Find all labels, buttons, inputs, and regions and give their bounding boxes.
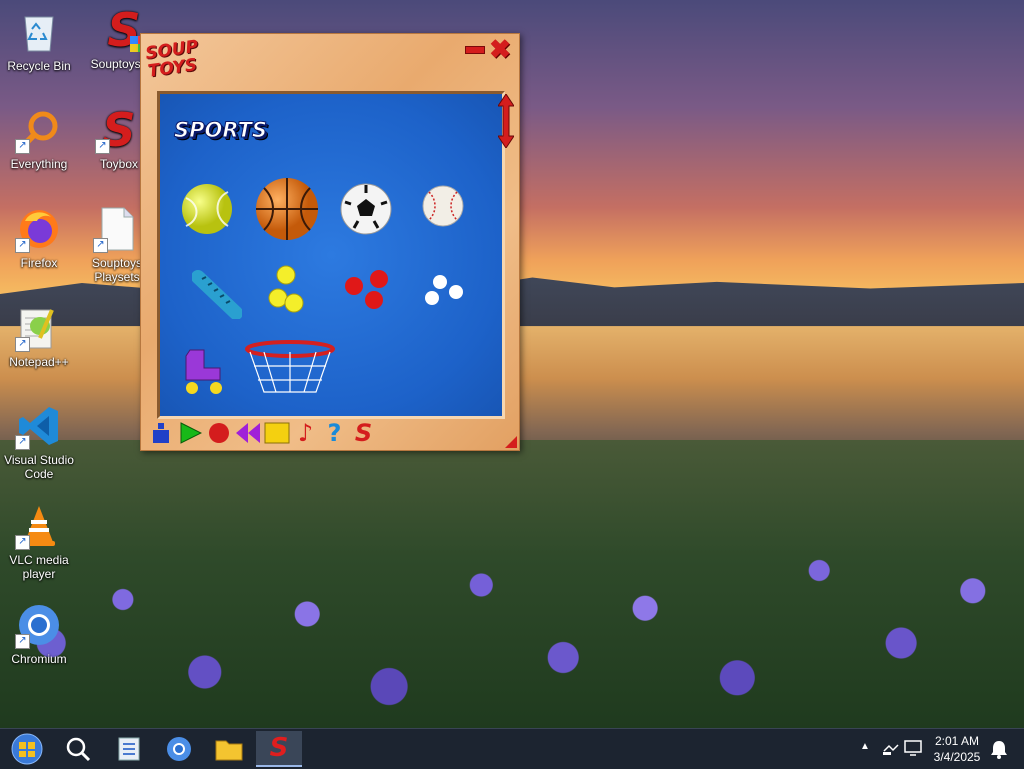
roller-skate-toy[interactable] (180, 346, 230, 396)
recycle-bin-icon (15, 8, 63, 56)
network-icon[interactable] (882, 739, 900, 762)
desktop-icon-firefox[interactable]: ↗ Firefox (0, 205, 78, 270)
desktop-icon-label: Firefox (20, 256, 58, 270)
file-explorer-icon (118, 737, 140, 761)
spring-toy[interactable] (192, 269, 242, 319)
minimize-button[interactable] (465, 46, 485, 54)
desktop-icon-vscode[interactable]: ↗ Visual Studio Code (0, 402, 78, 481)
shortcut-arrow-icon: ↗ (15, 435, 30, 450)
clock-date: 3/4/2025 (933, 750, 981, 764)
taskbar-chromium[interactable] (156, 731, 202, 767)
panel-title: SPORTS (173, 118, 268, 143)
white-balls-toy[interactable] (424, 274, 464, 308)
red-balls-toy[interactable] (342, 268, 392, 312)
basketball-hoop-toy[interactable] (244, 340, 336, 398)
shortcut-arrow-icon: ↗ (15, 238, 30, 253)
shortcut-arrow-icon: ↗ (15, 535, 30, 550)
close-button[interactable]: ✖ (489, 36, 511, 62)
search-icon (66, 737, 91, 762)
record-icon[interactable] (205, 420, 232, 446)
vscode-icon: ↗ (15, 402, 63, 450)
firefox-icon: ↗ (15, 205, 63, 253)
desktop-icon-label: Chromium (11, 652, 67, 666)
souptoys-logo: SOUP TOYS (144, 36, 200, 82)
shortcut-arrow-icon: ↗ (15, 139, 30, 154)
tool-icon[interactable] (147, 420, 174, 446)
desktop-icon-label: Notepad++ (9, 355, 69, 369)
search-button[interactable] (55, 731, 101, 767)
resize-handle[interactable] (505, 436, 517, 448)
help-icon[interactable]: ? (321, 419, 348, 447)
shortcut-arrow-icon: ↗ (93, 238, 108, 253)
shortcut-arrow-icon: ↗ (95, 139, 110, 154)
notepadpp-icon: ↗ (15, 304, 63, 352)
desktop-icon-chromium[interactable]: ↗ Chromium (0, 601, 78, 666)
chromium-icon: ↗ (15, 601, 63, 649)
baseball-toy[interactable] (421, 184, 465, 228)
souptoys-icon[interactable]: S (350, 419, 377, 447)
taskbar-souptoys[interactable]: S (256, 731, 302, 767)
scroll-arrows-icon[interactable] (498, 94, 514, 148)
desktop-icon-label: Everything (10, 157, 68, 171)
stop-icon[interactable] (263, 420, 290, 446)
toy-panel: SPORTS (157, 91, 505, 419)
desktop-icon-label: Visual Studio Code (4, 453, 74, 481)
notification-bell-icon[interactable] (990, 739, 1008, 764)
desktop-icon-recycle-bin[interactable]: Recycle Bin (0, 8, 78, 73)
taskbar: S ▲ 2:01 AM 3/4/2025 (0, 728, 1024, 769)
shortcut-arrow-icon: ↗ (15, 634, 30, 649)
play-icon[interactable] (176, 420, 203, 446)
desktop-icon-notepadpp[interactable]: ↗ Notepad++ (0, 304, 78, 369)
desktop-icon-everything[interactable]: ↗ Everything (0, 106, 78, 171)
basketball-toy[interactable] (254, 176, 320, 242)
desktop-icon-label: Recycle Bin (7, 59, 71, 73)
rewind-icon[interactable] (234, 420, 261, 446)
taskbar-file-explorer[interactable] (106, 731, 152, 767)
vlc-icon: ↗ (15, 502, 63, 550)
yellow-balls-toy[interactable] (266, 264, 310, 316)
playback-toolbar: ♪ ? S (147, 419, 377, 447)
souptoys-window[interactable]: SOUP TOYS ✖ SPORTS ♪ ? S (140, 33, 520, 451)
display-icon[interactable] (904, 739, 924, 762)
desktop-icon-vlc[interactable]: ↗ VLC media player (0, 502, 78, 581)
folder-icon (215, 740, 243, 761)
everything-search-icon: ↗ (15, 106, 63, 154)
souptoys-icon: S ↗ (95, 106, 143, 154)
start-orb-icon (11, 733, 43, 765)
system-clock[interactable]: 2:01 AM 3/4/2025 (928, 733, 986, 765)
soccer-ball-toy[interactable] (339, 182, 393, 236)
souptoys-icon: S (269, 733, 289, 763)
document-icon: ↗ (93, 205, 141, 253)
show-hidden-icons-chevron-icon[interactable]: ▲ (860, 741, 870, 752)
desktop-icon-label: VLC media player (9, 553, 69, 581)
clock-time: 2:01 AM (934, 734, 980, 748)
taskbar-folder[interactable] (206, 731, 252, 767)
shortcut-arrow-icon: ↗ (15, 337, 30, 352)
music-icon[interactable]: ♪ (292, 419, 319, 447)
start-button[interactable] (4, 731, 50, 767)
tennis-ball-toy[interactable] (180, 182, 234, 236)
wallpaper-meadow (0, 440, 1024, 730)
chromium-icon (167, 737, 191, 761)
